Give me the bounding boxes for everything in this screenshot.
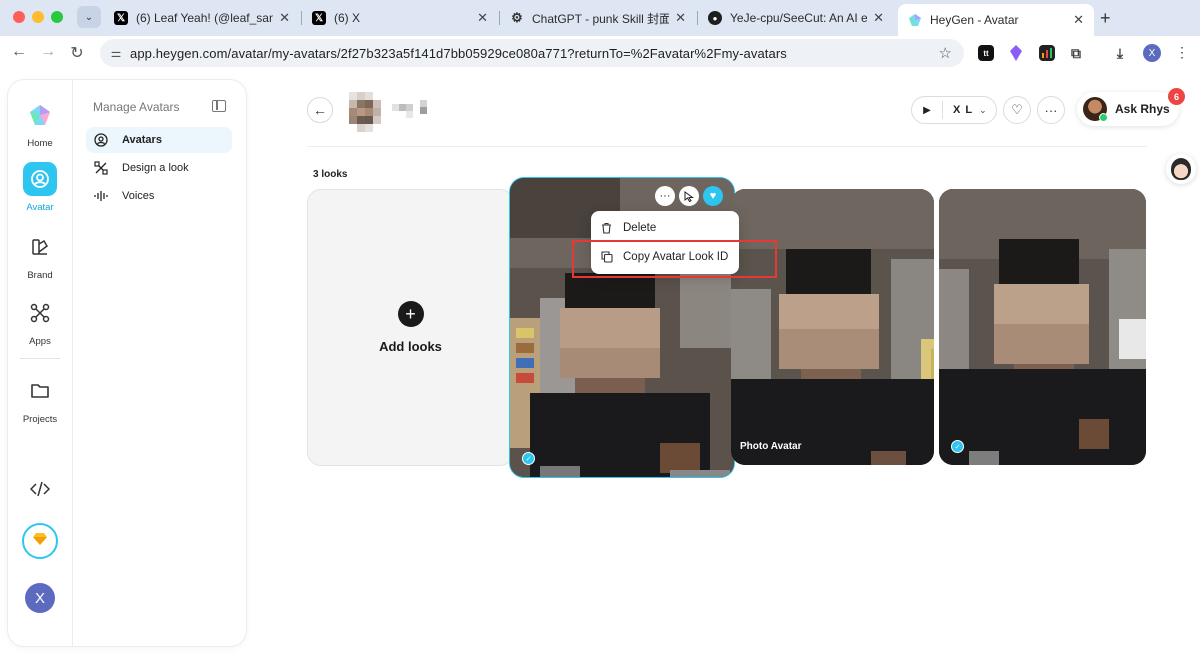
diamond-icon	[33, 532, 47, 550]
site-settings-icon[interactable]: ⚌	[102, 46, 130, 60]
avatar-icon	[23, 162, 57, 196]
extension-tt-icon[interactable]: tt	[978, 45, 994, 61]
voice-control-divider	[942, 101, 943, 119]
rail-divider	[72, 80, 73, 646]
header-divider	[307, 146, 1147, 147]
chevron-down-icon[interactable]: ⌄	[979, 105, 987, 116]
tab-search-chevron-icon[interactable]: ⌄	[77, 6, 101, 28]
browser-tab-bar: ⌄ 𝕏 (6) Leaf Yeah! (@leaf_sanren ✕ 𝕏 (6)…	[0, 0, 1200, 36]
favorite-button[interactable]: ♡	[1003, 96, 1031, 124]
avatar-name-pixelated	[392, 98, 430, 120]
tab-x[interactable]: 𝕏 (6) X ✕	[302, 4, 498, 32]
folder-icon	[23, 374, 57, 408]
brand-icon	[23, 230, 57, 264]
x-logo-icon: 𝕏	[114, 11, 128, 25]
rail-item-home[interactable]: Home	[8, 98, 72, 149]
voice-preview-control[interactable]: ▶ X L ⌄	[911, 96, 997, 124]
look-card-2[interactable]: Photo Avatar	[731, 189, 934, 465]
tab-leaf-yeah[interactable]: 𝕏 (6) Leaf Yeah! (@leaf_sanren ✕	[104, 4, 300, 32]
verified-check-icon: ✓	[522, 452, 535, 465]
looks-count: 3 looks	[313, 169, 348, 180]
window-maximize-button[interactable]	[51, 11, 63, 23]
browser-profile-avatar[interactable]: X	[1143, 44, 1161, 62]
assistant-face-icon	[1171, 158, 1191, 180]
downloads-icon[interactable]: ⤓	[1112, 45, 1128, 61]
rail-developer-button[interactable]	[8, 472, 72, 506]
submenu-item-voices[interactable]: Voices	[86, 183, 232, 209]
heygen-logo-icon	[908, 13, 922, 27]
back-button[interactable]: ←	[307, 97, 333, 123]
notification-badge: 6	[1168, 88, 1185, 105]
cursor-pointer-icon[interactable]	[679, 186, 699, 206]
side-navigation: Home Avatar Brand Apps Projects X Manage…	[8, 80, 246, 646]
avatar-circle-icon	[94, 133, 108, 147]
look-label: Photo Avatar	[740, 441, 802, 452]
close-tab-icon[interactable]: ✕	[279, 10, 290, 26]
look-preview-image	[939, 189, 1146, 465]
rhys-avatar	[1083, 97, 1108, 122]
back-arrow-icon: ←	[313, 102, 327, 118]
browser-toolbar: ← → ↻ ⚌ app.heygen.com/avatar/my-avatars…	[0, 36, 1200, 70]
chatgpt-logo-icon: ⚙	[511, 10, 523, 25]
plus-icon: +	[397, 301, 424, 327]
submenu-item-design-a-look[interactable]: Design a look	[86, 155, 232, 181]
tab-github-seecut[interactable]: ● YeJe-cpu/SeeCut: An AI edito ✕	[698, 4, 894, 32]
new-tab-plus-icon[interactable]: +	[1100, 8, 1111, 29]
extensions-puzzle-icon[interactable]: ⧉	[1068, 45, 1084, 61]
close-tab-icon[interactable]: ✕	[1073, 12, 1084, 28]
browser-menu-icon[interactable]: ⋮	[1175, 44, 1189, 61]
assistant-floating-avatar[interactable]	[1166, 154, 1196, 184]
x-logo-icon: 𝕏	[312, 11, 326, 25]
forward-arrow-icon[interactable]: →	[38, 43, 58, 61]
heygen-logo-icon	[23, 98, 57, 132]
rail-separator	[20, 358, 60, 359]
more-options-button[interactable]: ···	[1037, 96, 1065, 124]
add-looks-card[interactable]: + Add looks	[307, 189, 514, 466]
window-minimize-button[interactable]	[32, 11, 44, 23]
submenu-title: Manage Avatars	[93, 100, 180, 114]
upgrade-diamond-button[interactable]	[22, 523, 58, 559]
heart-icon: ♡	[1011, 102, 1023, 117]
address-url: app.heygen.com/avatar/my-avatars/2f27b32…	[130, 45, 787, 61]
apps-icon	[23, 296, 57, 330]
bookmark-star-icon[interactable]: ☆	[939, 44, 952, 62]
back-arrow-icon[interactable]: ←	[9, 43, 29, 61]
avatar-thumbnail-pixelated	[345, 92, 389, 132]
window-close-button[interactable]	[13, 11, 25, 23]
rail-item-projects[interactable]: Projects	[8, 374, 72, 425]
look-more-options-button[interactable]: ···	[655, 186, 675, 206]
design-icon	[94, 161, 108, 175]
rail-item-apps[interactable]: Apps	[8, 296, 72, 347]
play-icon[interactable]: ▶	[912, 105, 942, 116]
favorite-heart-icon[interactable]: ♥	[703, 186, 723, 206]
extension-gem-icon[interactable]	[1008, 45, 1024, 61]
reload-icon[interactable]: ↻	[67, 43, 87, 63]
delete-look-menu-item[interactable]: Delete	[591, 214, 739, 242]
address-bar[interactable]: ⚌ app.heygen.com/avatar/my-avatars/2f27b…	[100, 39, 964, 67]
ask-rhys-button[interactable]: Ask Rhys	[1077, 92, 1179, 126]
close-tab-icon[interactable]: ✕	[477, 10, 488, 26]
submenu-item-avatars[interactable]: Avatars	[86, 127, 232, 153]
user-avatar[interactable]: X	[25, 583, 55, 613]
rail-item-avatar[interactable]: Avatar	[8, 162, 72, 213]
look-card-1-controls: ··· ♥	[655, 186, 723, 206]
voice-selector[interactable]: X L	[953, 104, 973, 116]
annotation-highlight-box	[572, 240, 777, 278]
collapse-sidebar-icon[interactable]	[212, 100, 226, 112]
trash-icon	[601, 222, 615, 234]
look-preview-image	[731, 189, 934, 465]
look-card-3[interactable]: ✓	[939, 189, 1146, 465]
rail-item-brand[interactable]: Brand	[8, 230, 72, 281]
extension-chart-icon[interactable]	[1039, 45, 1055, 61]
close-tab-icon[interactable]: ✕	[675, 10, 686, 26]
tab-chatgpt[interactable]: ⚙ ChatGPT - punk Skill 封面 ✕	[500, 4, 696, 32]
tab-heygen-avatar[interactable]: HeyGen - Avatar ✕	[898, 4, 1094, 36]
verified-check-icon: ✓	[951, 440, 964, 453]
close-tab-icon[interactable]: ✕	[873, 10, 884, 26]
github-logo-icon: ●	[708, 11, 722, 25]
ellipsis-icon: ···	[1044, 102, 1058, 118]
waveform-icon	[94, 189, 108, 203]
code-icon	[23, 472, 57, 506]
heygen-app: Home Avatar Brand Apps Projects X Manage…	[0, 70, 1200, 654]
